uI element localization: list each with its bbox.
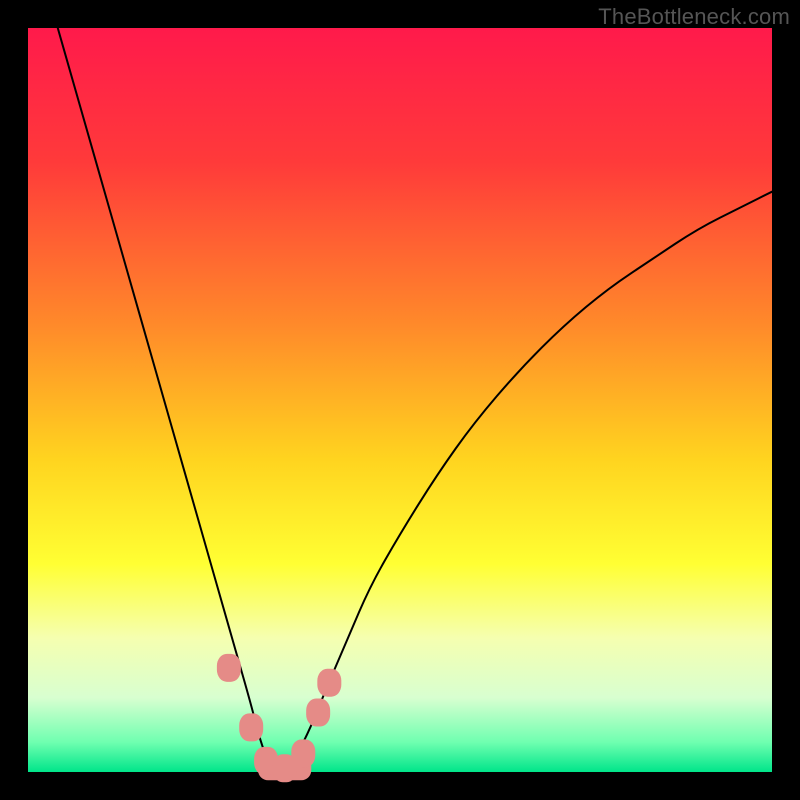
data-marker: [291, 739, 315, 767]
data-marker: [317, 669, 341, 697]
chart-canvas: TheBottleneck.com: [0, 0, 800, 800]
plot-svg: [0, 0, 800, 800]
plot-background: [28, 28, 772, 772]
data-marker: [306, 698, 330, 726]
watermark-label: TheBottleneck.com: [598, 4, 790, 30]
data-marker: [239, 713, 263, 741]
data-marker: [217, 654, 241, 682]
